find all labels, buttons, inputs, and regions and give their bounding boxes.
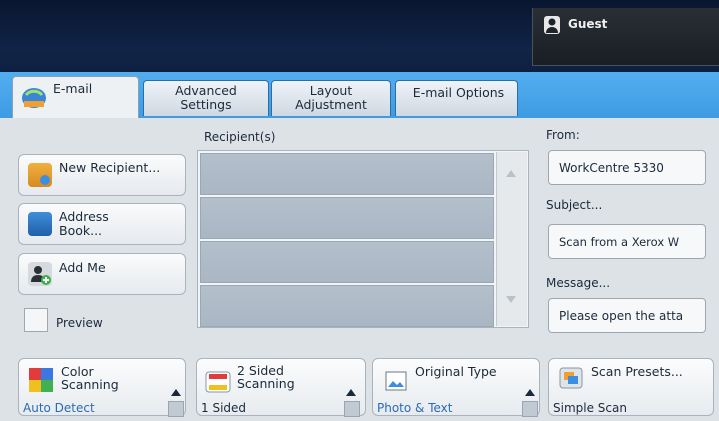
two-sided-icon	[205, 371, 231, 393]
preview-checkbox[interactable]	[24, 308, 48, 332]
two-sided-value: 1 Sided	[201, 401, 247, 415]
message-field[interactable]: Please open the atta	[548, 298, 706, 333]
original-type-scroll[interactable]	[522, 401, 538, 417]
tab-advanced-settings-label: Advanced Settings	[175, 83, 237, 112]
new-recipient-button[interactable]: New Recipient...	[18, 154, 186, 196]
color-scanning-icon	[29, 368, 53, 392]
recipient-row[interactable]	[200, 153, 494, 195]
scan-presets-button[interactable]: Scan Presets... Simple Scan	[548, 358, 714, 416]
original-type-value: Photo & Text	[377, 401, 453, 415]
two-sided-scroll[interactable]	[344, 401, 360, 417]
tab-advanced-settings[interactable]: Advanced Settings	[143, 80, 269, 116]
new-recipient-label: New Recipient...	[59, 160, 161, 175]
two-sided-scanning-button[interactable]: 2 Sided Scanning 1 Sided	[196, 358, 366, 417]
address-book-button[interactable]: Address Book...	[18, 203, 186, 245]
tab-email-options-label: E-mail Options	[412, 85, 505, 100]
address-book-label: Address Book...	[59, 209, 109, 238]
tab-email-options[interactable]: E-mail Options	[395, 80, 518, 116]
tab-layout-adjustment-label: Layout Adjustment	[295, 83, 367, 112]
scan-presets-value: Simple Scan	[553, 401, 627, 415]
recipient-row[interactable]	[200, 197, 494, 239]
color-scanning-value: Auto Detect	[23, 401, 95, 415]
scan-presets-icon	[559, 367, 583, 389]
add-me-icon	[28, 262, 52, 286]
new-recipient-icon	[28, 163, 52, 187]
recipient-row[interactable]	[200, 241, 494, 283]
scan-presets-title: Scan Presets...	[591, 364, 683, 379]
recipients-header: Recipient(s)	[204, 130, 276, 144]
tab-email[interactable]: E-mail	[12, 76, 139, 120]
user-icon	[544, 16, 560, 34]
color-scanning-up-icon[interactable]	[171, 389, 181, 396]
color-scanning-scroll[interactable]	[168, 401, 184, 417]
original-type-icon	[385, 371, 407, 391]
add-me-button[interactable]: Add Me	[18, 253, 186, 295]
original-type-up-icon[interactable]	[525, 389, 535, 396]
scroll-up-icon[interactable]	[506, 170, 516, 177]
original-type-title: Original Type	[415, 364, 497, 379]
subject-label: Subject...	[546, 198, 603, 212]
preview-label: Preview	[56, 316, 103, 330]
from-field[interactable]: WorkCentre 5330	[548, 150, 706, 185]
two-sided-up-icon[interactable]	[346, 389, 356, 396]
tab-layout-adjustment[interactable]: Layout Adjustment	[271, 80, 391, 116]
from-label: From:	[546, 128, 580, 142]
address-book-icon	[28, 212, 52, 236]
tab-email-label: E-mail	[53, 81, 93, 96]
original-type-button[interactable]: Original Type Photo & Text	[372, 358, 540, 417]
color-scanning-title: Color Scanning	[61, 364, 119, 392]
message-label: Message...	[546, 276, 611, 290]
recipient-row[interactable]	[200, 285, 494, 327]
two-sided-title: 2 Sided Scanning	[237, 363, 295, 391]
user-login-button[interactable]	[532, 8, 719, 66]
scroll-down-icon[interactable]	[506, 296, 516, 303]
email-icon	[21, 87, 47, 109]
add-me-label: Add Me	[59, 260, 106, 275]
subject-field[interactable]: Scan from a Xerox W	[548, 224, 706, 259]
recipients-list[interactable]	[197, 150, 529, 328]
color-scanning-button[interactable]: Color Scanning Auto Detect	[18, 358, 186, 417]
user-name: Guest	[568, 17, 608, 31]
